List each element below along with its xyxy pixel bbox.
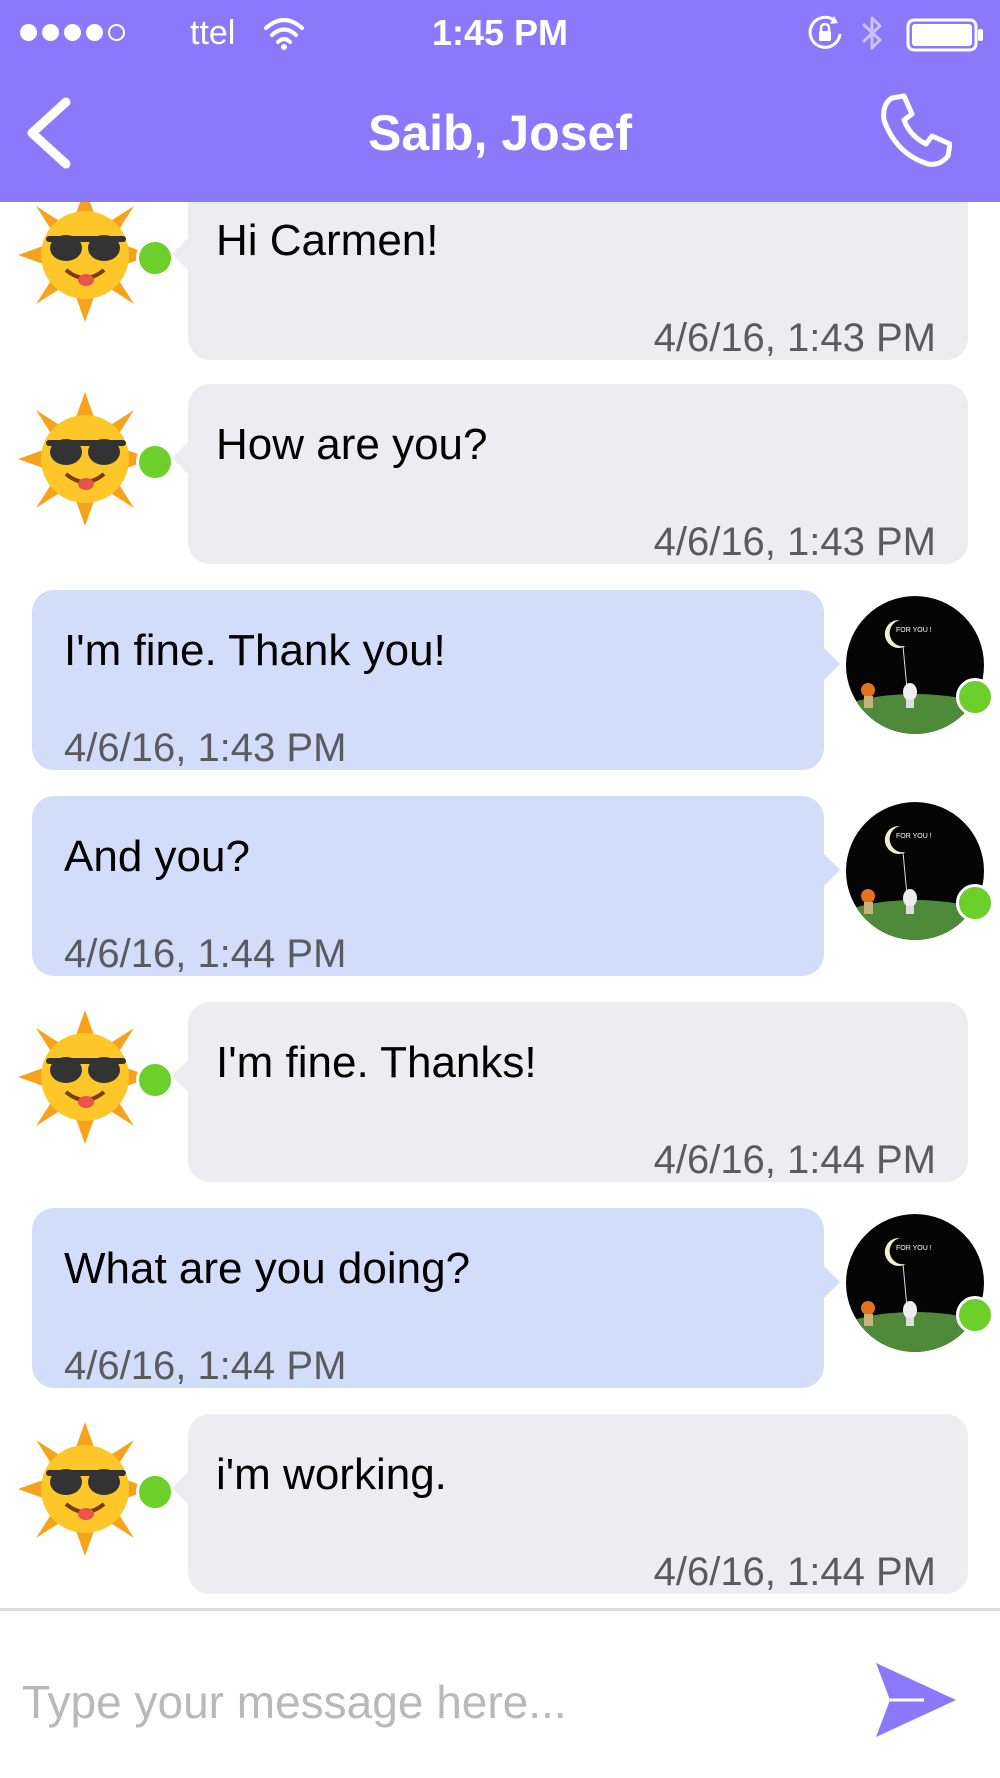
message-bubble[interactable]: I'm fine. Thanks! 4/6/16, 1:44 PM — [172, 1002, 968, 1182]
message-timestamp: 4/6/16, 1:44 PM — [653, 1138, 936, 1182]
app-header: ttel 1:45 PM Saib, Josef — [0, 0, 1000, 202]
status-bar: ttel 1:45 PM — [0, 0, 1000, 68]
message-composer — [0, 1608, 1000, 1778]
online-status-indicator — [956, 678, 994, 716]
message-timestamp: 4/6/16, 1:43 PM — [653, 316, 936, 360]
moon-night-avatar[interactable]: FOR YOU ! — [846, 596, 994, 734]
sun-sunglasses-avatar[interactable] — [16, 1420, 174, 1558]
message-bubble[interactable]: i'm working. 4/6/16, 1:44 PM — [172, 1414, 968, 1594]
avatar-caption: FOR YOU ! — [896, 627, 932, 634]
message-bubble[interactable]: How are you? 4/6/16, 1:43 PM — [172, 384, 968, 564]
phone-icon[interactable] — [880, 92, 952, 168]
message-timestamp: 4/6/16, 1:43 PM — [653, 520, 936, 564]
online-status-indicator — [136, 1473, 174, 1511]
online-status-indicator — [956, 1296, 994, 1334]
rotation-lock-icon — [808, 15, 842, 49]
avatar-caption: FOR YOU ! — [896, 1245, 932, 1252]
message-timestamp: 4/6/16, 1:43 PM — [64, 726, 347, 770]
online-status-indicator — [136, 239, 174, 277]
message-row: I'm fine. Thank you! 4/6/16, 1:43 PM FOR… — [0, 590, 1000, 770]
message-text: I'm fine. Thank you! — [64, 626, 446, 675]
sun-sunglasses-avatar[interactable] — [16, 1008, 174, 1146]
sun-sunglasses-avatar[interactable] — [16, 390, 174, 528]
moon-night-avatar[interactable]: FOR YOU ! — [846, 802, 994, 940]
message-timestamp: 4/6/16, 1:44 PM — [64, 932, 347, 976]
message-bubble[interactable]: What are you doing? 4/6/16, 1:44 PM — [32, 1208, 840, 1388]
message-row: I'm fine. Thanks! 4/6/16, 1:44 PM — [0, 1002, 1000, 1182]
bluetooth-icon — [861, 16, 882, 50]
message-bubble[interactable]: And you? 4/6/16, 1:44 PM — [32, 796, 840, 976]
message-row: And you? 4/6/16, 1:44 PM FOR YOU ! — [0, 796, 1000, 976]
message-list[interactable]: Hi Carmen! 4/6/16, 1:43 PM How are you? … — [0, 202, 1000, 1608]
conversation-title: Saib, Josef — [368, 105, 632, 161]
message-input[interactable] — [22, 1659, 842, 1745]
message-row: How are you? 4/6/16, 1:43 PM — [0, 384, 1000, 564]
message-text: How are you? — [216, 420, 488, 469]
message-timestamp: 4/6/16, 1:44 PM — [653, 1550, 936, 1594]
moon-night-avatar[interactable]: FOR YOU ! — [846, 1214, 994, 1352]
message-text: Hi Carmen! — [216, 216, 439, 265]
send-arrow-icon[interactable] — [872, 1657, 960, 1743]
message-timestamp: 4/6/16, 1:44 PM — [64, 1344, 347, 1388]
message-text: And you? — [64, 832, 250, 881]
message-bubble[interactable]: Hi Carmen! 4/6/16, 1:43 PM — [172, 202, 968, 360]
message-text: I'm fine. Thanks! — [216, 1038, 537, 1087]
message-bubble[interactable]: I'm fine. Thank you! 4/6/16, 1:43 PM — [32, 590, 840, 770]
message-row: What are you doing? 4/6/16, 1:44 PM FOR … — [0, 1208, 1000, 1388]
online-status-indicator — [956, 884, 994, 922]
avatar-caption: FOR YOU ! — [896, 833, 932, 840]
message-row: i'm working. 4/6/16, 1:44 PM — [0, 1414, 1000, 1594]
sun-sunglasses-avatar[interactable] — [16, 202, 174, 324]
online-status-indicator — [136, 443, 174, 481]
message-text: i'm working. — [216, 1450, 447, 1499]
battery-icon — [906, 18, 983, 52]
message-row: Hi Carmen! 4/6/16, 1:43 PM — [0, 202, 1000, 360]
message-text: What are you doing? — [64, 1244, 471, 1293]
status-time: 1:45 PM — [431, 12, 569, 53]
online-status-indicator — [136, 1061, 174, 1099]
